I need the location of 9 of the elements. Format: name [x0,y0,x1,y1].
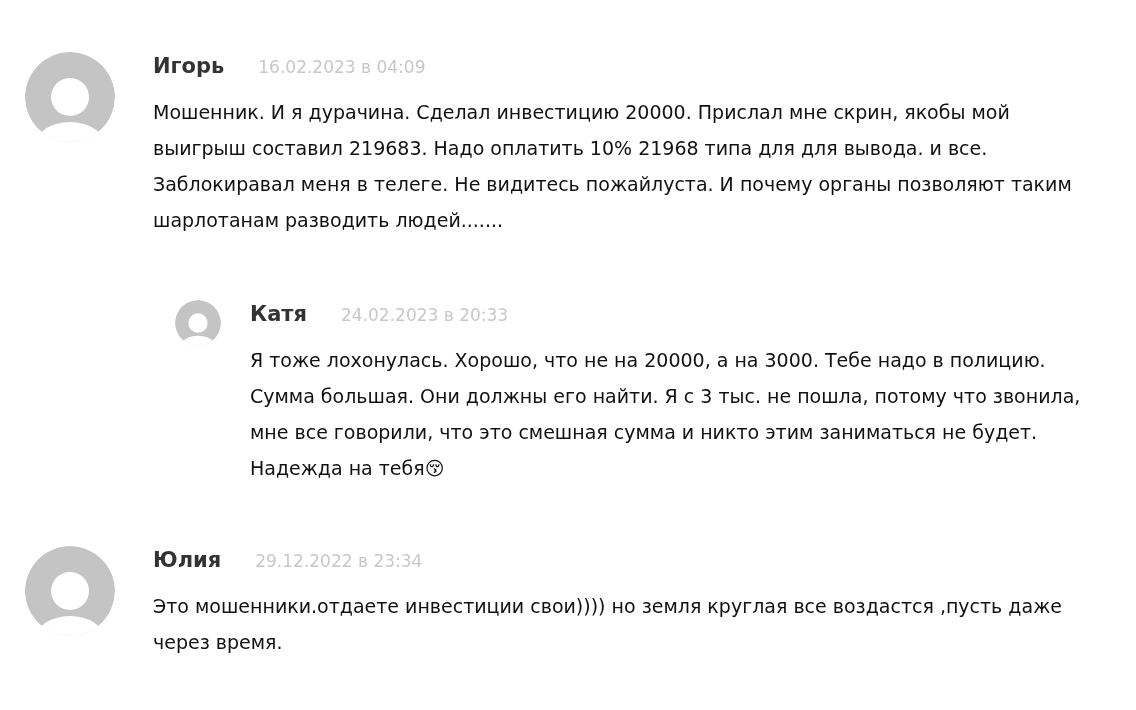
comment-author: Игорь [153,54,225,78]
avatar-icon [25,52,115,142]
comment-author: Юлия [153,548,222,572]
avatar-icon [25,546,115,636]
comment-author: Катя [250,302,307,326]
comment-text: Мошенник. И я дурачина. Сделал инвестицию 20000. Прислал мне скрин, якобы мой выигрыш составил 219683. Надо оплатить 10% 21968 типа для для вывода. и все. Заблокиравал меня в телеге. Не видитесь пожайлуста. И почему органы позволяют таким шарлотанам разводить людей....... [153,100,1073,233]
avatar-icon [175,300,221,346]
comment-text: Это мошенники.отдаете инвестиции свои)))) но земля круглая все воздастся ,пусть даже через время. [153,594,1063,655]
comment-text: Я тоже лохонулась. Хорошо, что не на 20000, а на 3000. Тебе надо в полицию. Сумма большая. Они должны его найти. Я с 3 тыс. не пошла, потому что звонила, мне все говорили, что это смешная сумма и никто этим заниматься не будет. Надежда на тебя😚 [250,348,1082,481]
